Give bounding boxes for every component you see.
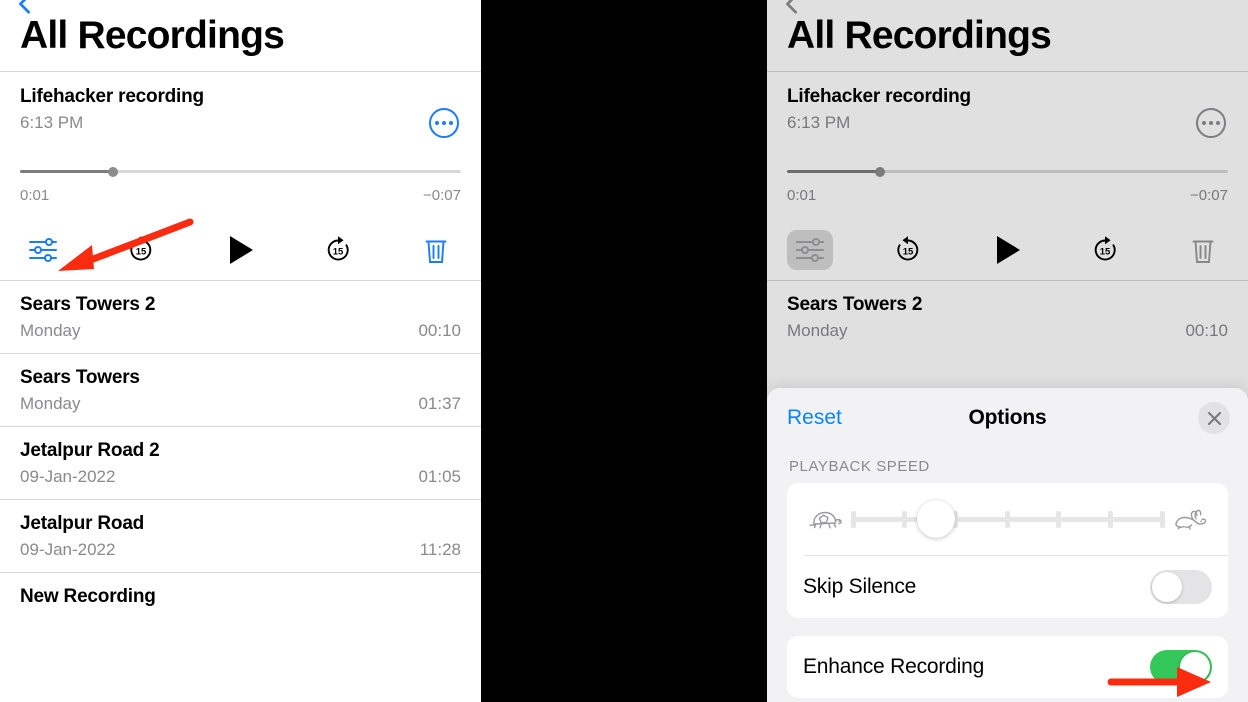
transport-controls-right: 15 15 xyxy=(787,228,1228,272)
recording-duration: 11:28 xyxy=(419,539,461,559)
delete-recording-button-left[interactable] xyxy=(413,230,459,270)
page-title-right: All Recordings xyxy=(787,14,1052,57)
recordings-list-right: Sears Towers 2 Monday 00:10 xyxy=(767,281,1248,353)
scrubber-fill xyxy=(20,170,113,174)
recordings-list-left: Sears Towers 2 Monday 00:10 Sears Towers… xyxy=(0,281,481,620)
player-title-right: Lifehacker recording xyxy=(787,85,971,107)
playback-times-left: 0:01 −0:07 xyxy=(20,187,461,204)
list-item[interactable]: Jetalpur Road 2 09-Jan-2022 01:05 xyxy=(0,427,481,499)
elapsed-time-left: 0:01 xyxy=(20,186,50,204)
playback-scrubber-left[interactable] xyxy=(20,166,461,177)
ellipsis-circle-icon-right[interactable] xyxy=(1196,107,1226,138)
enhance-recording-card: Enhance Recording xyxy=(787,636,1228,698)
skip-forward-15-button-right[interactable]: 15 xyxy=(1082,230,1128,270)
back-chevron-icon-left[interactable] xyxy=(14,0,36,14)
recording-date: Monday xyxy=(20,393,81,413)
recording-title: Jetalpur Road xyxy=(20,512,145,534)
options-sheet: Reset Options PLAYBACK SPEED Skip Silenc… xyxy=(767,388,1248,702)
left-phone-panel: All Recordings Lifehacker recording 6:13… xyxy=(0,0,481,702)
expanded-player-right: Lifehacker recording 6:13 PM 0:01 −0:07 xyxy=(767,72,1248,280)
ellipsis-dots xyxy=(435,120,453,125)
recording-title: Sears Towers 2 xyxy=(20,293,156,315)
svg-text:15: 15 xyxy=(332,246,343,257)
recording-title: New Recording xyxy=(20,585,156,607)
right-phone-panel: All Recordings Lifehacker recording 6:13… xyxy=(767,0,1248,702)
list-item[interactable]: Sears Towers 2 Monday 00:10 xyxy=(0,281,481,353)
remaining-time-right: −0:07 xyxy=(1190,186,1228,204)
speed-tick xyxy=(1107,511,1113,528)
list-item[interactable]: Sears Towers 2 Monday 00:10 xyxy=(767,281,1248,353)
playback-speed-row xyxy=(787,483,1228,555)
skip-silence-toggle[interactable] xyxy=(1150,570,1212,604)
toggle-knob xyxy=(1180,652,1210,682)
player-title-left: Lifehacker recording xyxy=(20,85,204,107)
close-x-icon[interactable] xyxy=(1198,402,1230,434)
delete-recording-button-right[interactable] xyxy=(1180,230,1226,270)
playback-speed-slider[interactable] xyxy=(850,499,1165,539)
recording-date: Monday xyxy=(20,320,81,340)
enhance-recording-toggle[interactable] xyxy=(1150,650,1212,684)
toggle-knob xyxy=(1152,572,1182,602)
playback-options-button-right[interactable] xyxy=(787,229,833,270)
transport-controls-left: 15 15 xyxy=(20,228,461,272)
speed-tick xyxy=(1159,511,1165,528)
speed-slider-thumb[interactable] xyxy=(917,500,956,538)
play-button-right[interactable] xyxy=(984,230,1030,270)
recording-date: 09-Jan-2022 xyxy=(20,539,116,559)
recording-title: Sears Towers 2 xyxy=(787,293,923,315)
enhance-recording-label: Enhance Recording xyxy=(803,655,985,678)
skip-back-15-button-left[interactable]: 15 xyxy=(118,230,164,270)
options-sheet-header: Reset Options xyxy=(767,388,1248,448)
player-subtitle-left: 6:13 PM xyxy=(20,112,84,132)
recording-duration: 00:10 xyxy=(418,320,461,340)
list-item[interactable]: Sears Towers Monday 01:37 xyxy=(0,354,481,426)
playback-options-button[interactable] xyxy=(20,230,66,270)
speed-tick xyxy=(1056,511,1062,528)
back-chevron-icon-right[interactable] xyxy=(781,0,803,14)
list-item[interactable]: Jetalpur Road 09-Jan-2022 11:28 xyxy=(0,500,481,572)
playback-scrubber-right[interactable] xyxy=(787,166,1228,177)
options-sheet-title: Options xyxy=(968,406,1047,429)
elapsed-time-right: 0:01 xyxy=(787,186,817,204)
reset-button[interactable]: Reset xyxy=(787,406,842,430)
svg-text:15: 15 xyxy=(903,246,914,257)
play-button-left[interactable] xyxy=(217,230,263,270)
skip-silence-label: Skip Silence xyxy=(803,575,917,598)
speed-tick xyxy=(901,511,907,528)
hare-icon xyxy=(1168,507,1212,531)
skip-forward-15-button-left[interactable]: 15 xyxy=(315,230,361,270)
screenshot-stage: All Recordings Lifehacker recording 6:13… xyxy=(0,0,1248,702)
recording-title: Jetalpur Road 2 xyxy=(20,439,160,461)
recording-duration: 01:37 xyxy=(418,393,461,413)
scrubber-thumb[interactable] xyxy=(874,166,885,177)
expanded-player-left: Lifehacker recording 6:13 PM 0:01 −0:07 xyxy=(0,72,481,280)
list-item[interactable]: New Recording xyxy=(0,573,481,620)
recording-duration: 00:10 xyxy=(1185,320,1228,340)
scrubber-fill xyxy=(787,170,880,174)
recording-duration: 01:05 xyxy=(418,466,461,486)
playback-times-right: 0:01 −0:07 xyxy=(787,187,1228,204)
tortoise-icon xyxy=(803,507,847,531)
recording-date: 09-Jan-2022 xyxy=(20,466,116,486)
playback-speed-card: Skip Silence xyxy=(787,483,1228,618)
page-title-left: All Recordings xyxy=(20,14,285,57)
speed-tick xyxy=(1005,511,1010,528)
skip-silence-row[interactable]: Skip Silence xyxy=(787,556,1228,618)
scrubber-thumb[interactable] xyxy=(107,166,118,177)
player-subtitle-right: 6:13 PM xyxy=(787,112,851,132)
ellipsis-circle-icon-left[interactable] xyxy=(429,107,459,138)
playback-speed-section-label: PLAYBACK SPEED xyxy=(789,458,930,475)
svg-text:15: 15 xyxy=(136,246,147,257)
recording-date: Monday xyxy=(787,320,848,340)
svg-text:15: 15 xyxy=(1099,246,1110,257)
speed-tick xyxy=(850,511,856,528)
enhance-recording-row[interactable]: Enhance Recording xyxy=(787,636,1228,698)
recording-title: Sears Towers xyxy=(20,366,140,388)
remaining-time-left: −0:07 xyxy=(423,186,461,204)
ellipsis-dots xyxy=(1202,120,1220,125)
skip-back-15-button-right[interactable]: 15 xyxy=(885,230,931,270)
